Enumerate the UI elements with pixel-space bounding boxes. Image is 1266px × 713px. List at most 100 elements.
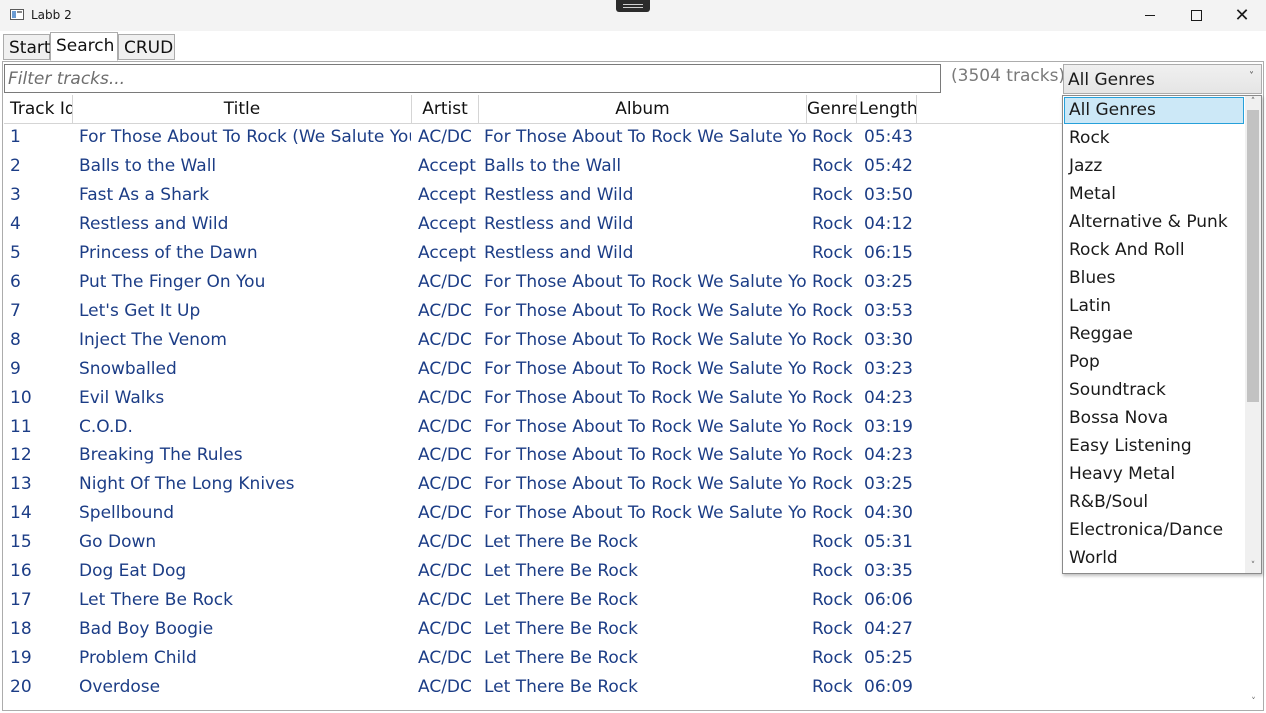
table-row[interactable]: 4 Restless and Wild Accept Restless and Wil… — [4, 210, 1244, 239]
genre-option[interactable]: Rock — [1064, 125, 1244, 152]
cell-album: Balls to the Wall — [484, 155, 622, 176]
cell-genre: Rock — [812, 590, 853, 611]
table-row[interactable]: 9 Snowballed AC/DC For Those About To Rock … — [4, 355, 1244, 384]
table-row[interactable]: 20 Overdose AC/DC Let There Be Rock Rock 06:0… — [4, 673, 1244, 702]
cell-length: 03:25 — [864, 474, 913, 495]
tracks-grid[interactable]: Track Id Title Artist Album Genre Length… — [4, 95, 1244, 709]
cell-artist: Accept — [418, 242, 476, 263]
cell-artist: Accept — [418, 155, 476, 176]
cell-length: 06:09 — [864, 677, 913, 698]
cell-title: Fast As a Shark — [79, 184, 210, 205]
table-row[interactable]: 6 Put The Finger On You AC/DC For Those Abo… — [4, 268, 1244, 297]
column-header-genre[interactable]: Genre — [807, 95, 857, 123]
genre-dropdown-scrollbar[interactable]: ˄ ˅ — [1245, 96, 1261, 573]
cell-length: 04:30 — [864, 503, 913, 524]
table-row[interactable]: 2 Balls to the Wall Accept Balls to the Wal… — [4, 152, 1244, 181]
table-row[interactable]: 16 Dog Eat Dog AC/DC Let There Be Rock Rock 0… — [4, 557, 1244, 586]
cell-length: 03:50 — [864, 184, 913, 205]
genre-option[interactable]: Soundtrack — [1064, 377, 1244, 404]
cell-title: Evil Walks — [79, 387, 165, 408]
table-row[interactable]: 13 Night Of The Long Knives AC/DC For Those… — [4, 470, 1244, 499]
cell-artist: AC/DC — [418, 532, 472, 553]
genre-dropdown-list: All Genres Rock Jazz Metal Alternative & Pun… — [1062, 95, 1262, 574]
genre-option[interactable]: Electronica/Dance — [1064, 517, 1244, 544]
cell-genre: Rock — [812, 532, 853, 553]
table-row[interactable]: 15 Go Down AC/DC Let There Be Rock Rock 05:31 — [4, 528, 1244, 557]
cell-album: For Those About To Rock We Salute You — [484, 503, 807, 524]
tab-start[interactable]: Start — [3, 34, 51, 60]
track-count-label: (3504 tracks) — [951, 66, 1066, 86]
cell-track-id: 15 — [10, 532, 32, 553]
cell-artist: AC/DC — [418, 445, 472, 466]
table-row[interactable]: 11 C.O.D. AC/DC For Those About To Rock We … — [4, 413, 1244, 442]
table-row[interactable]: 8 Inject The Venom AC/DC For Those About To… — [4, 326, 1244, 355]
table-row[interactable]: 18 Bad Boy Boogie AC/DC Let There Be Rock Ro… — [4, 615, 1244, 644]
table-row[interactable]: 3 Fast As a Shark Accept Restless and Wild R… — [4, 181, 1244, 210]
scroll-thumb[interactable] — [1247, 110, 1259, 402]
genre-option[interactable]: Reggae — [1064, 321, 1244, 348]
table-row[interactable]: 5 Princess of the Dawn Accept Restless and … — [4, 239, 1244, 268]
cell-title: C.O.D. — [79, 416, 133, 437]
genre-option[interactable]: Blues — [1064, 265, 1244, 292]
scroll-down-icon[interactable]: ˅ — [1245, 560, 1261, 573]
cell-title: Restless and Wild — [79, 213, 229, 234]
genre-option[interactable]: Heavy Metal — [1064, 461, 1244, 488]
genre-option[interactable]: Bossa Nova — [1064, 405, 1244, 432]
minimize-button[interactable] — [1127, 0, 1173, 31]
genre-option[interactable]: World — [1064, 545, 1244, 572]
table-row[interactable]: 1 For Those About To Rock (We Salute You)… — [4, 123, 1244, 152]
table-row[interactable]: 17 Let There Be Rock AC/DC Let There Be Roc… — [4, 586, 1244, 615]
snap-handle-icon[interactable] — [616, 0, 650, 12]
column-header-title[interactable]: Title — [73, 95, 412, 123]
column-header-artist[interactable]: Artist — [412, 95, 479, 123]
genre-option[interactable]: R&B/Soul — [1064, 489, 1244, 516]
table-row[interactable]: 19 Problem Child AC/DC Let There Be Rock Roc… — [4, 644, 1244, 673]
cell-title: Dog Eat Dog — [79, 561, 187, 582]
cell-track-id: 12 — [10, 445, 32, 466]
genre-option[interactable]: Rock And Roll — [1064, 237, 1244, 264]
cell-track-id: 9 — [10, 358, 21, 379]
cell-title: Snowballed — [79, 358, 177, 379]
close-icon: ✕ — [1234, 5, 1250, 26]
maximize-icon — [1190, 10, 1202, 21]
cell-genre: Rock — [812, 503, 853, 524]
cell-length: 04:12 — [864, 213, 913, 234]
table-row[interactable]: 14 Spellbound AC/DC For Those About To Rock… — [4, 499, 1244, 528]
genre-option[interactable]: Pop — [1064, 349, 1244, 376]
genre-option[interactable]: Metal — [1064, 181, 1244, 208]
genre-option[interactable]: Jazz — [1064, 153, 1244, 180]
cell-artist: AC/DC — [418, 271, 472, 292]
cell-length: 06:06 — [864, 590, 913, 611]
close-button[interactable]: ✕ — [1219, 0, 1265, 31]
cell-track-id: 14 — [10, 503, 32, 524]
table-row[interactable]: 12 Breaking The Rules AC/DC For Those About… — [4, 441, 1244, 470]
tab-crud[interactable]: CRUD — [118, 34, 175, 60]
genre-option[interactable]: Easy Listening — [1064, 433, 1244, 460]
cell-length: 05:42 — [864, 155, 913, 176]
genre-combobox[interactable]: All Genres ˅ — [1063, 64, 1262, 94]
cell-track-id: 4 — [10, 213, 21, 234]
genre-option[interactable]: Alternative & Punk — [1064, 209, 1244, 236]
column-header-track-id[interactable]: Track Id — [4, 95, 73, 123]
table-row[interactable]: 10 Evil Walks AC/DC For Those About To Rock… — [4, 384, 1244, 413]
cell-track-id: 10 — [10, 387, 32, 408]
scroll-up-icon[interactable]: ˄ — [1245, 96, 1261, 109]
cell-genre: Rock — [812, 445, 853, 466]
cell-artist: AC/DC — [418, 387, 472, 408]
scroll-down-icon[interactable]: ˅ — [1244, 695, 1263, 709]
cell-track-id: 17 — [10, 590, 32, 611]
column-header-length[interactable]: Length — [857, 95, 917, 123]
genre-option[interactable]: All Genres — [1064, 97, 1244, 124]
grid-header-row: Track Id Title Artist Album Genre Length — [4, 95, 1244, 124]
cell-length: 03:30 — [864, 329, 913, 350]
cell-album: For Those About To Rock We Salute You — [484, 329, 807, 350]
cell-genre: Rock — [812, 358, 853, 379]
tab-search[interactable]: Search — [50, 32, 118, 61]
maximize-button[interactable] — [1173, 0, 1219, 31]
column-header-album[interactable]: Album — [479, 95, 807, 123]
table-row[interactable]: 7 Let's Get It Up AC/DC For Those About To … — [4, 297, 1244, 326]
filter-box — [4, 64, 941, 93]
filter-tracks-input[interactable] — [5, 65, 940, 92]
cell-title: Let There Be Rock — [79, 590, 233, 611]
genre-option[interactable]: Latin — [1064, 293, 1244, 320]
